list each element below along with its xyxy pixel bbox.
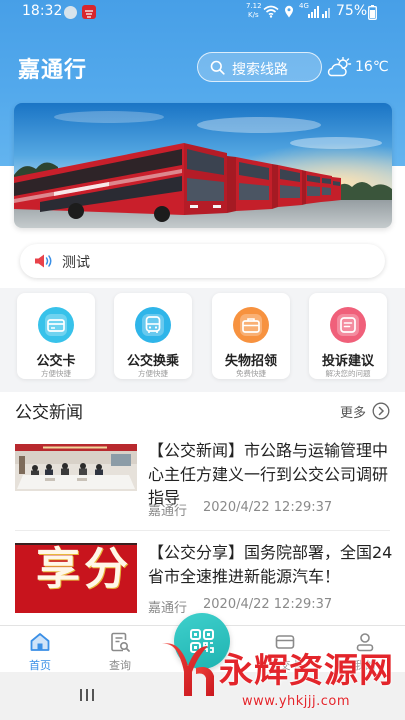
quick-action-transfer[interactable]: 公交换乘 方便快捷 [114, 293, 192, 379]
news-headline: 【公交分享】国务院部署，全国24省市全速推进新能源汽车！ [148, 543, 393, 586]
watermark: 永辉资源网 www.yhkjjj.com [156, 634, 405, 720]
notification-icon [64, 6, 77, 19]
news-source: 嘉通行 [148, 504, 188, 519]
app-title: 嘉通行 [18, 58, 88, 83]
quick-action-label: 失物招领 [224, 354, 277, 369]
temperature: 16℃ [355, 59, 389, 75]
news-thumbnail [15, 444, 137, 491]
speaker-icon [35, 254, 52, 268]
battery-icon [368, 5, 377, 20]
notice-bar[interactable]: 测试 [20, 244, 385, 278]
quick-action-label: 投诉建议 [321, 354, 374, 369]
quick-action-label: 公交卡 [36, 354, 76, 369]
banner-carousel[interactable] [14, 103, 392, 228]
meeting-photo [15, 444, 137, 491]
app-screen: 18:32 7.12 K/s 4G 75% 嘉通行 搜索线路 16℃ 测试 公交… [0, 0, 405, 720]
news-divider [15, 530, 390, 531]
watermark-logo [162, 643, 214, 696]
news-source: 嘉通行 [148, 601, 188, 616]
thumbnail-lettering: 分享 [28, 545, 127, 589]
notice-text: 测试 [62, 255, 90, 271]
quick-action-bus-card[interactable]: 公交卡 方便快捷 [17, 293, 95, 379]
home-icon [30, 633, 50, 651]
signal-icon [308, 6, 330, 18]
status-time: 18:32 [22, 3, 63, 19]
news-time: 2020/4/22 12:29:37 [203, 597, 333, 612]
search-document-icon [111, 632, 130, 652]
status-bar: 18:32 7.12 K/s 4G 75% [0, 0, 405, 24]
wifi-icon [263, 5, 279, 18]
news-time: 2020/4/22 12:29:37 [203, 500, 333, 515]
news-item[interactable]: 分享 【公交分享】国务院部署，全国24省市全速推进新能源汽车！ 嘉通行 2020… [0, 536, 405, 624]
search-placeholder: 搜索线路 [232, 62, 288, 78]
quick-action-subtitle: 方便快捷 [41, 369, 71, 378]
news-section-title: 公交新闻 [15, 403, 83, 423]
tab-home[interactable]: 首页 [0, 625, 80, 672]
battery-percent: 75% [336, 3, 368, 19]
search-input[interactable]: 搜索线路 [197, 52, 322, 82]
watermark-url: www.yhkjjj.com [242, 694, 351, 709]
news-item[interactable]: 【公交新闻】市公路与运输管理中心主任方建义一行到公交公司调研指导 嘉通行 202… [0, 436, 405, 526]
search-icon [210, 60, 225, 75]
quick-action-complaint[interactable]: 投诉建议 解决您的问题 [309, 293, 387, 379]
bus-icon [135, 307, 171, 343]
app-notification-icon [82, 5, 96, 19]
news-thumbnail: 分享 [15, 543, 137, 613]
more-label: 更多 [340, 406, 367, 421]
quick-action-subtitle: 免费快捷 [236, 369, 266, 378]
net-speed-unit: K/s [248, 11, 259, 19]
recent-apps-icon[interactable] [79, 688, 95, 702]
cloud-sun-icon [327, 57, 352, 77]
message-icon [330, 307, 366, 343]
quick-action-subtitle: 方便快捷 [138, 369, 168, 378]
tab-label: 首页 [29, 659, 51, 672]
quick-action-label: 公交换乘 [126, 354, 179, 369]
tab-query[interactable]: 查询 [80, 625, 160, 672]
watermark-name: 永辉资源网 [219, 651, 394, 691]
net-speed-value: 7.12 [246, 2, 262, 10]
tab-label: 查询 [109, 659, 131, 672]
briefcase-icon [233, 307, 269, 343]
chevron-right-icon [372, 402, 390, 420]
quick-action-lost-found[interactable]: 失物招领 免费快捷 [212, 293, 290, 379]
news-headline: 【公交新闻】市公路与运输管理中心主任方建义一行到公交公司调研指导 [148, 441, 389, 507]
more-news-link[interactable]: 更多 [340, 401, 392, 421]
location-icon [285, 5, 293, 18]
quick-action-subtitle: 解决您的问题 [325, 369, 371, 378]
banner-bus-image [14, 103, 392, 228]
card-icon [38, 307, 74, 343]
